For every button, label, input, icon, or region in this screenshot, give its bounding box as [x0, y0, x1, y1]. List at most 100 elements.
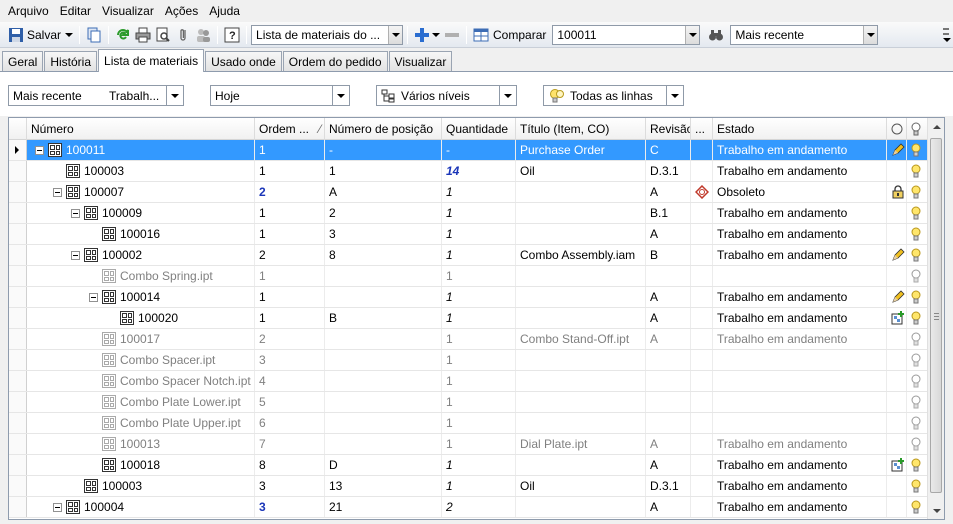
table-row[interactable]: 100003 3 13 1 Oil D.3.1 Trabalho em andamento — [9, 476, 928, 497]
header-status[interactable] — [887, 118, 907, 140]
table-row[interactable]: 100020 1 B 1 A Trabalho em andamento — [9, 308, 928, 329]
toolbar-overflow-handle[interactable] — [943, 26, 951, 44]
copy-button[interactable] — [84, 25, 104, 45]
row-header[interactable] — [9, 476, 27, 496]
row-header[interactable] — [9, 266, 27, 286]
table-row[interactable]: 100018 8 D 1 A Trabalho em andamento — [9, 455, 928, 476]
item-icon — [102, 227, 116, 241]
row-header[interactable] — [9, 182, 27, 202]
row-header[interactable] — [9, 455, 27, 475]
chevron-down-icon[interactable] — [332, 86, 349, 105]
row-header[interactable] — [9, 413, 27, 433]
remove-button[interactable] — [442, 25, 462, 45]
users-button[interactable] — [193, 25, 213, 45]
chevron-down-icon[interactable] — [499, 86, 516, 105]
scroll-thumb[interactable] — [930, 138, 942, 493]
compare-version-select[interactable]: Mais recente — [730, 24, 879, 45]
row-header[interactable] — [9, 140, 27, 160]
table-row[interactable]: 100016 1 3 1 A Trabalho em andamento — [9, 224, 928, 245]
menu-arquivo[interactable]: Arquivo — [4, 4, 53, 18]
menu-acoes[interactable]: Ações — [161, 4, 202, 18]
header-titulo[interactable]: Título (Item, CO) — [516, 118, 646, 140]
table-row[interactable]: 100011 1- - Purchase Order C Trabalho em anda… — [9, 140, 928, 161]
collapse-icon[interactable] — [35, 145, 44, 155]
table-row[interactable]: 100003 1 1 14 Oil D.3.1 Trabalho em andamento — [9, 161, 928, 182]
attach-button[interactable] — [173, 25, 193, 45]
row-header[interactable] — [9, 329, 27, 349]
tab-historia[interactable]: História — [44, 51, 98, 71]
table-row[interactable]: 100013 7 1 Dial Plate.ipt A Trabalho em andam… — [9, 434, 928, 455]
row-header[interactable] — [9, 161, 27, 181]
binoculars-icon — [709, 29, 724, 40]
header-more[interactable]: ... — [691, 118, 713, 140]
version-filter-value: Mais recente — [13, 88, 82, 103]
table-row[interactable]: 100004 3 21 2 A Trabalho em andamento — [9, 497, 928, 518]
menu-visualizar[interactable]: Visualizar — [98, 4, 158, 18]
row-header[interactable] — [9, 497, 27, 517]
tab-lista-de-materiais[interactable]: Lista de materiais — [98, 49, 205, 72]
scroll-up-button[interactable] — [928, 118, 944, 135]
table-row[interactable]: 100002 2 8 1 Combo Assembly.iam B Trabalho em … — [9, 245, 928, 266]
collapse-icon[interactable] — [53, 187, 62, 197]
tab-ordem-do-pedido[interactable]: Ordem do pedido — [282, 51, 388, 71]
collapse-icon[interactable] — [89, 292, 98, 302]
table-row[interactable]: Combo Spring.ipt 1 1 — [9, 266, 928, 287]
chevron-down-icon[interactable] — [863, 25, 878, 44]
header-numero[interactable]: Número — [27, 118, 255, 140]
header-revisao[interactable]: Revisão — [646, 118, 691, 140]
row-header[interactable] — [9, 392, 27, 412]
print-preview-button[interactable] — [153, 25, 173, 45]
levels-filter-select[interactable]: Vários níveis — [376, 85, 517, 106]
table-row[interactable]: 100017 2 1 Combo Stand-Off.ipt A Trabalho em … — [9, 329, 928, 350]
help-button[interactable]: ? — [222, 25, 242, 45]
scroll-down-button[interactable] — [928, 502, 944, 519]
header-estado[interactable]: Estado — [713, 118, 887, 140]
tab-usado-onde[interactable]: Usado onde — [205, 51, 282, 71]
vertical-scrollbar[interactable] — [927, 118, 944, 519]
row-header[interactable] — [9, 224, 27, 244]
version-filter-select[interactable]: Mais recente Trabalh... — [8, 85, 184, 106]
table-row[interactable]: 100014 1 1 A Trabalho em andamento — [9, 287, 928, 308]
chevron-down-icon[interactable] — [432, 32, 441, 37]
collapse-icon[interactable] — [71, 208, 80, 218]
tab-visualizar[interactable]: Visualizar — [388, 51, 453, 71]
lines-filter-select[interactable]: Todas as linhas — [543, 85, 684, 106]
table-row[interactable]: 100009 1 2 1 B.1 Trabalho em andamento — [9, 203, 928, 224]
header-numero-posicao[interactable]: Número de posição — [325, 118, 442, 140]
collapse-icon[interactable] — [71, 250, 80, 260]
chevron-down-icon[interactable] — [388, 25, 403, 44]
collapse-icon[interactable] — [53, 502, 62, 512]
print-button[interactable] — [133, 25, 153, 45]
row-header[interactable] — [9, 350, 27, 370]
date-filter-select[interactable]: Hoje — [210, 85, 350, 106]
header-quantidade[interactable]: Quantidade — [442, 118, 516, 140]
table-row[interactable]: Combo Plate Lower.ipt 5 1 — [9, 392, 928, 413]
row-header[interactable] — [9, 308, 27, 328]
row-header[interactable] — [9, 203, 27, 223]
tab-geral[interactable]: Geral — [2, 51, 44, 71]
table-row[interactable]: Combo Plate Upper.ipt 6 1 — [9, 413, 928, 434]
compare-item-select[interactable]: 100011 — [552, 24, 701, 45]
find-button[interactable] — [706, 25, 726, 45]
row-header[interactable] — [9, 434, 27, 454]
toolbar-separator — [407, 25, 409, 44]
table-row[interactable]: Combo Spacer.ipt 3 1 — [9, 350, 928, 371]
menu-editar[interactable]: Editar — [56, 4, 95, 18]
header-lightbulb[interactable] — [907, 118, 928, 140]
row-header[interactable] — [9, 287, 27, 307]
compare-button[interactable]: Comparar — [471, 25, 548, 45]
save-button[interactable]: Salvar — [6, 25, 75, 45]
row-header[interactable] — [9, 245, 27, 265]
row-header[interactable] — [9, 371, 27, 391]
table-row[interactable]: Combo Spacer Notch.ipt 4 1 — [9, 371, 928, 392]
refresh-button[interactable] — [113, 25, 133, 45]
bom-view-select[interactable]: Lista de materiais do ... — [251, 24, 404, 45]
chevron-down-icon[interactable] — [685, 25, 700, 44]
menu-ajuda[interactable]: Ajuda — [205, 4, 244, 18]
table-row[interactable]: 100007 2 A 1 A Obsoleto — [9, 182, 928, 203]
add-button[interactable] — [412, 25, 442, 45]
chevron-down-icon[interactable] — [65, 32, 74, 37]
header-ordem[interactable]: Ordem ... ⁄ — [255, 118, 325, 140]
chevron-down-icon[interactable] — [666, 86, 683, 105]
chevron-down-icon[interactable] — [166, 86, 183, 105]
